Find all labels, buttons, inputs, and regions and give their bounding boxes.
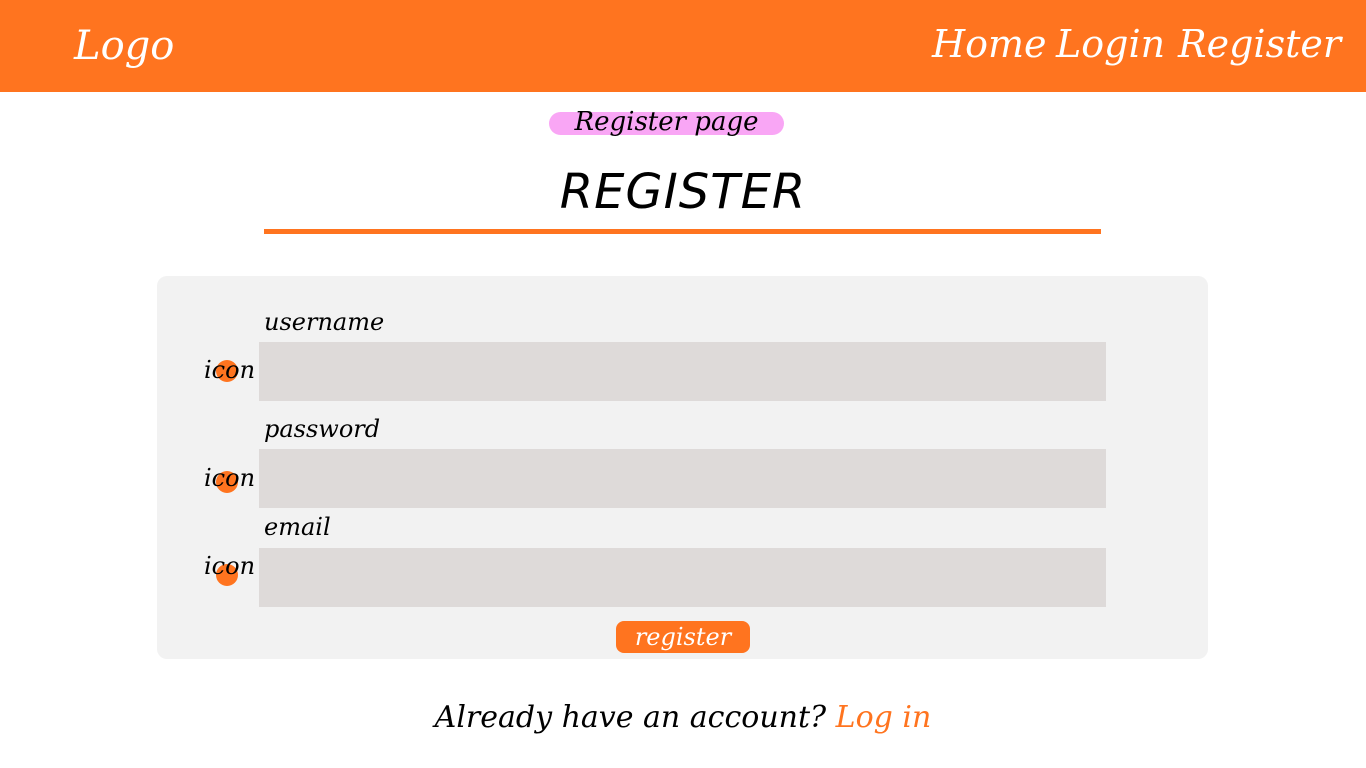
password-input[interactable] xyxy=(259,449,1106,508)
login-link[interactable]: Log in xyxy=(836,700,932,735)
page-title: REGISTER xyxy=(559,164,807,220)
register-button[interactable]: register xyxy=(616,621,750,653)
nav-register-link[interactable]: Register xyxy=(1178,16,1341,72)
email-label: email xyxy=(264,513,331,541)
username-input[interactable] xyxy=(259,342,1106,401)
password-icon-label: icon xyxy=(204,464,256,492)
nav-home-link[interactable]: Home xyxy=(932,16,1047,72)
top-navbar: Logo Home Login Register xyxy=(0,0,1366,92)
username-icon-label: icon xyxy=(204,356,256,384)
nav-login-link[interactable]: Login xyxy=(1056,16,1165,72)
login-prompt: Already have an account? Log in xyxy=(0,696,1366,740)
email-icon-label: icon xyxy=(204,552,256,580)
logo[interactable]: Logo xyxy=(74,18,174,74)
password-label: password xyxy=(264,415,381,443)
login-prompt-text: Already have an account? xyxy=(434,700,827,735)
page-tag: Register page xyxy=(574,107,759,137)
title-divider xyxy=(264,229,1101,234)
email-input[interactable] xyxy=(259,548,1106,607)
username-label: username xyxy=(264,308,385,336)
